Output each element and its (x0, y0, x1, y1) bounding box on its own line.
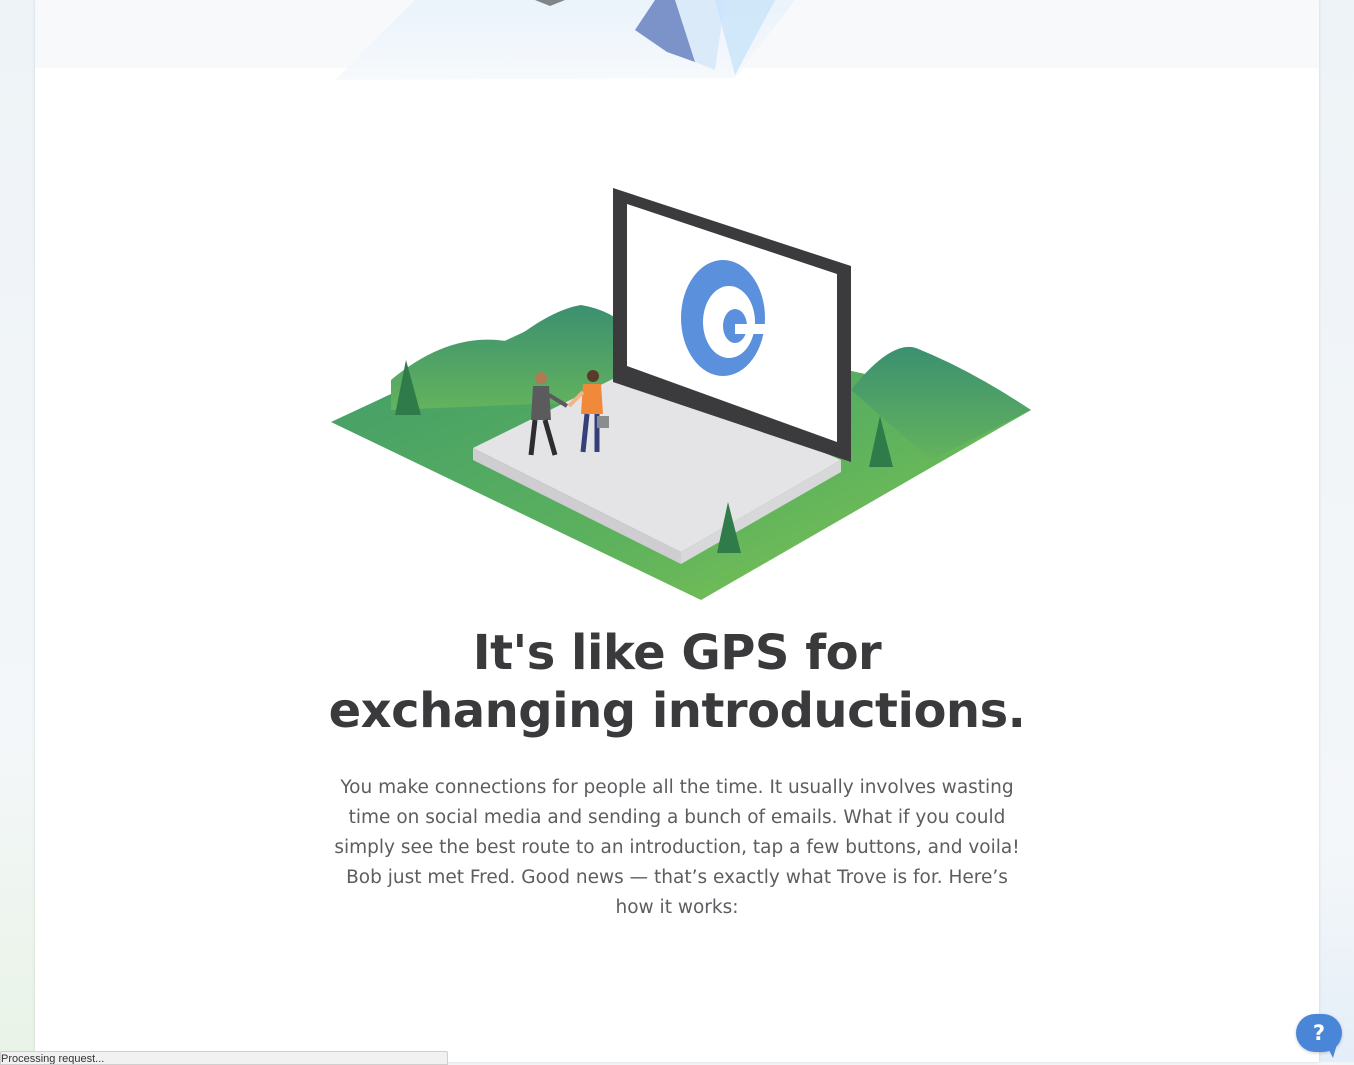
top-banner-illustration (35, 0, 1319, 80)
page-title: It's like GPS for exchanging introductio… (35, 624, 1319, 740)
right-background (1318, 0, 1354, 1062)
left-background (0, 0, 35, 1062)
intro-paragraph: You make connections for people all the … (334, 777, 1020, 918)
headline-line-2: exchanging introductions. (328, 683, 1026, 739)
hero-illustration (331, 188, 1031, 600)
browser-status-bar: Processing request... (0, 1051, 448, 1065)
headline-line-1: It's like GPS for (472, 625, 882, 681)
help-chat-icon[interactable]: ? (1313, 1021, 1325, 1045)
page-content: It's like GPS for exchanging introductio… (35, 0, 1319, 1062)
help-bubble-tail (1326, 1044, 1337, 1058)
